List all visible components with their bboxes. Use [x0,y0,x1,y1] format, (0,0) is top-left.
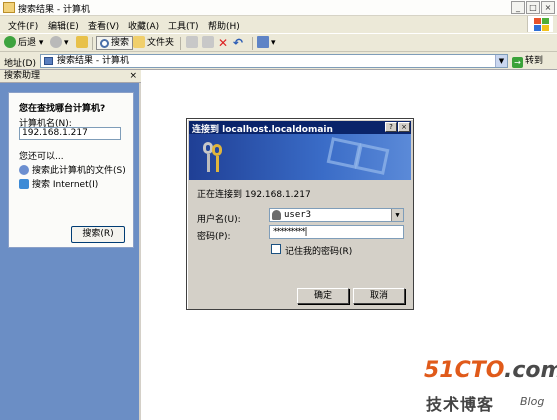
folders-button[interactable]: 文件夹 [133,36,174,51]
username-value: user3 [284,210,312,220]
keys-icon [199,140,229,174]
menu-help[interactable]: 帮助(H) [208,19,240,32]
up-folder-button[interactable] [76,36,90,51]
watermark-blog: Blog [520,395,545,408]
cancel-button[interactable]: 取消 [353,288,405,304]
maximize-button[interactable]: □ [526,1,540,14]
username-label: 用户名(U): [197,215,241,225]
menu-edit[interactable]: 编辑(E) [48,19,79,32]
computer-name-input[interactable]: 192.168.1.217 [19,127,121,140]
folder-search-icon [3,2,15,13]
connecting-text: 正在连接到 192.168.1.217 [197,190,311,200]
title-bar: 搜索结果 - 计算机 _ □ × [0,0,557,16]
chevron-down-icon[interactable]: ▼ [495,55,507,67]
connect-dialog: 连接到 localhost.localdomain ? × 正在连接到 192.… [186,118,414,310]
menu-tools[interactable]: 工具(T) [168,19,199,32]
delete-x-icon: ✕ [218,36,229,50]
watermark: 51CTO.com 技术博客 Blog [424,358,557,416]
views-button[interactable]: ▾ [257,36,276,51]
menu-file[interactable]: 文件(F) [8,19,38,32]
go-button[interactable]: → 转到 [512,54,552,68]
search-card: 您在查找哪台计算机? 计算机名(N): 192.168.1.217 您还可以..… [8,92,134,248]
folders-label: 文件夹 [147,38,175,48]
menu-view[interactable]: 查看(V) [88,19,119,32]
forward-arrow-icon [50,36,62,48]
windows-logo-icon [527,16,553,32]
magnifier-icon [100,39,109,48]
toolbar-divider [252,37,253,50]
user-icon [272,210,281,220]
go-arrow-icon: → [512,57,523,68]
password-label: 密码(P): [197,232,231,242]
address-value: 搜索结果 - 计算机 [57,56,129,66]
menu-bar: 文件(F) 编辑(E) 查看(V) 收藏(A) 工具(T) 帮助(H) [0,17,557,32]
search-submit-button[interactable]: 搜索(R) [71,226,125,243]
password-input[interactable]: *********| [269,225,404,239]
address-bar: 地址(D) 搜索结果 - 计算机 ▼ → 转到 [0,53,557,69]
remember-password-label: 记住我的密码(R) [285,247,353,257]
toolbar: 后退 ▾ ▾ 搜索 文件夹 ✕ ↶ ▾ [0,33,557,52]
ok-button[interactable]: 确定 [297,288,349,304]
search-button[interactable]: 搜索 [96,36,134,50]
move-to-button[interactable] [186,36,200,51]
close-button[interactable]: × [541,1,555,14]
forward-button[interactable]: ▾ [50,36,69,51]
also-label: 您还可以... [19,152,64,162]
help-button[interactable]: ? [385,122,397,132]
window-title: 搜索结果 - 计算机 [18,5,90,15]
search-pane-close-button[interactable]: × [129,70,137,83]
search-pane-title: 搜索助理 [4,71,41,81]
search-internet-link[interactable]: 搜索 Internet(I) [19,177,98,190]
menu-favorites[interactable]: 收藏(A) [128,19,159,32]
back-label: 后退 [18,38,37,48]
dialog-close-button[interactable]: × [398,122,410,132]
move-to-icon [186,36,198,48]
delete-button[interactable]: ✕ [218,36,228,51]
views-icon [257,36,269,48]
toolbar-divider [92,37,93,50]
undo-button[interactable]: ↶ [233,36,243,51]
internet-icon [19,179,29,189]
folders-icon [133,36,145,48]
search-internet-label: 搜索 Internet(I) [32,180,99,190]
search-label: 搜索 [111,38,130,48]
address-input[interactable]: 搜索结果 - 计算机 ▼ [40,54,508,68]
minimize-button[interactable]: _ [511,1,525,14]
explorer-window: 搜索结果 - 计算机 _ □ × 文件(F) 编辑(E) 查看(V) 收藏(A)… [0,0,557,420]
search-files-link[interactable]: 搜索此计算机的文件(S) [19,163,126,176]
dialog-title-bar: 连接到 localhost.localdomain ? × [189,121,411,135]
search-question: 您在查找哪台计算机? [19,104,106,114]
up-folder-icon [76,36,88,48]
search-results-icon [44,57,53,65]
undo-icon: ↶ [233,36,244,50]
username-combobox[interactable]: user3 ▼ [269,208,404,222]
back-arrow-icon [4,36,16,48]
search-pane-header: 搜索助理 × [0,70,141,83]
search-files-label: 搜索此计算机的文件(S) [32,166,126,176]
back-button[interactable]: 后退 ▾ [4,36,43,51]
search-assistant-pane: 搜索助理 × 您在查找哪台计算机? 计算机名(N): 192.168.1.217… [0,70,141,420]
watermark-subtitle: 技术博客 [426,395,495,414]
copy-to-icon [202,36,214,48]
search-files-icon [19,165,29,175]
watermark-site: 51CTO.com [424,358,557,383]
chevron-down-icon[interactable]: ▼ [391,209,403,221]
go-label: 转到 [525,56,544,66]
copy-to-button[interactable] [202,36,216,51]
toolbar-divider [180,37,181,50]
remember-password-checkbox[interactable] [271,244,281,254]
dialog-banner [189,134,411,180]
address-label: 地址(D) [4,59,36,69]
